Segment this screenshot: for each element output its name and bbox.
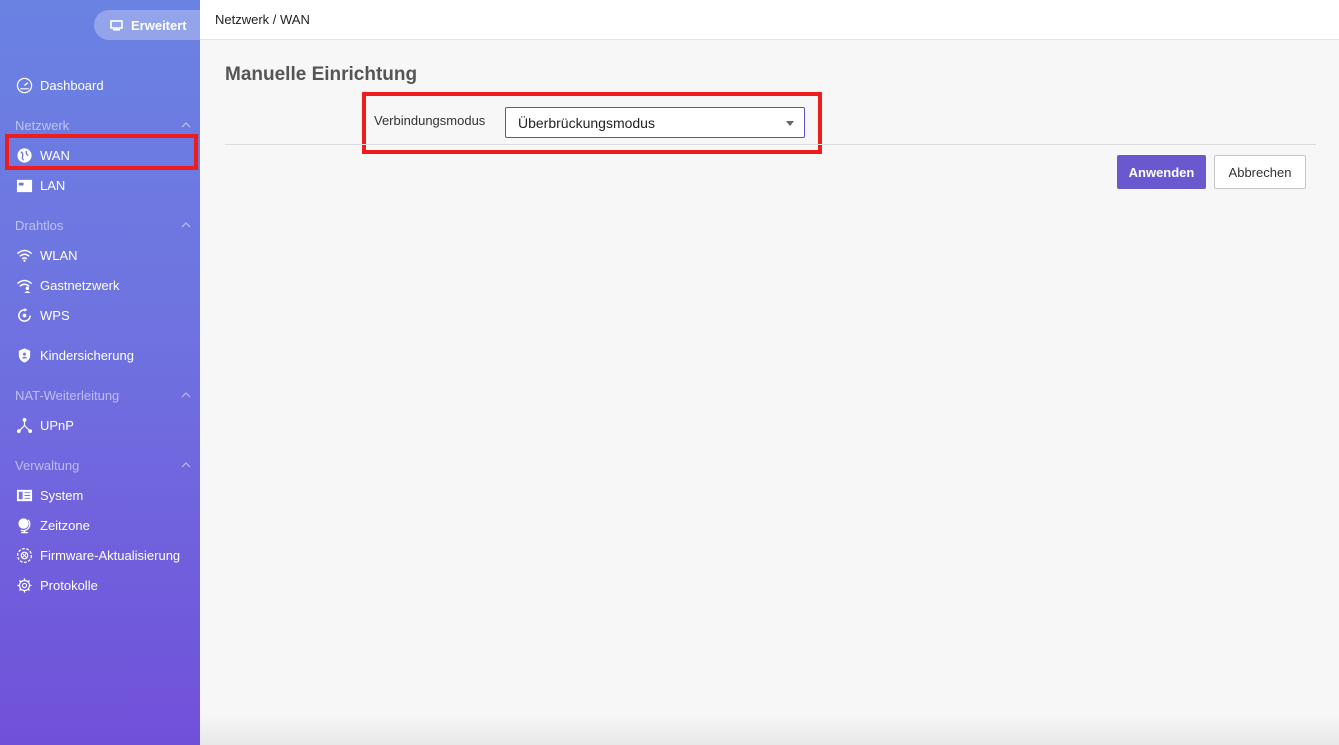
guest-wifi-icon xyxy=(15,276,33,294)
sidebar-item-zeitzone[interactable]: Zeitzone xyxy=(0,510,200,540)
sidebar-item-wan[interactable]: WAN xyxy=(0,140,200,170)
section-label: Verwaltung xyxy=(15,457,80,473)
sidebar-item-label: Gastnetzwerk xyxy=(40,277,120,293)
bottom-shade xyxy=(200,715,1339,745)
system-icon xyxy=(15,486,33,504)
shield-icon xyxy=(15,346,33,364)
advanced-mode-button[interactable]: Erweitert xyxy=(94,10,206,40)
chevron-up-icon xyxy=(181,392,191,398)
sidebar-item-label: LAN xyxy=(40,177,66,193)
cancel-button[interactable]: Abbrechen xyxy=(1214,155,1306,189)
chevron-up-icon xyxy=(181,462,191,468)
sidebar-item-wlan[interactable]: WLAN xyxy=(0,240,200,270)
sidebar-item-wps[interactable]: WPS xyxy=(0,300,200,330)
sidebar-item-label: Zeitzone xyxy=(40,517,90,533)
sidebar-item-system[interactable]: System xyxy=(0,480,200,510)
sidebar-item-dashboard[interactable]: Dashboard xyxy=(0,70,200,100)
advanced-mode-label: Erweitert xyxy=(131,17,187,33)
sidebar-item-firmware[interactable]: Firmware-Aktualisierung xyxy=(0,540,200,570)
sidebar-item-label: WLAN xyxy=(40,247,78,263)
top-bar: Netzwerk / WAN xyxy=(200,0,1339,40)
sidebar-item-label: Firmware-Aktualisierung xyxy=(40,547,181,563)
sidebar-item-protokolle[interactable]: Protokolle xyxy=(0,570,200,600)
chevron-up-icon xyxy=(181,122,191,128)
sidebar-item-lan[interactable]: LAN xyxy=(0,170,200,200)
wifi-icon xyxy=(15,246,33,264)
sidebar-item-label: Kindersicherung xyxy=(40,347,134,363)
firmware-icon xyxy=(15,546,33,564)
sidebar-item-label: System xyxy=(40,487,84,503)
page-title: Manuelle Einrichtung xyxy=(225,64,418,85)
wps-icon xyxy=(15,306,33,324)
section-label: Netzwerk xyxy=(15,117,70,133)
gear-icon xyxy=(15,576,33,594)
sidebar: Erweitert Dashboard Netzwerk WAN LAN Dra… xyxy=(0,0,206,745)
section-label: Drahtlos xyxy=(15,217,64,233)
speedometer-icon xyxy=(15,76,33,94)
section-header-verwaltung[interactable]: Verwaltung xyxy=(0,455,200,475)
connection-mode-label: Verbindungsmodus xyxy=(374,113,486,128)
section-header-drahtlos[interactable]: Drahtlos xyxy=(0,215,200,235)
connection-mode-select[interactable]: Überbrückungsmodus xyxy=(505,107,805,138)
connection-mode-value: Überbrückungsmodus xyxy=(518,114,655,131)
sidebar-item-label: UPnP xyxy=(40,417,74,433)
sidebar-item-gastnetzwerk[interactable]: Gastnetzwerk xyxy=(0,270,200,300)
sidebar-item-kindersicherung[interactable]: Kindersicherung xyxy=(0,340,200,370)
section-header-netzwerk[interactable]: Netzwerk xyxy=(0,115,200,135)
sidebar-item-label: Protokolle xyxy=(40,577,98,593)
monitor-icon xyxy=(110,19,123,31)
divider xyxy=(225,144,1316,145)
section-label: NAT-Weiterleitung xyxy=(15,387,120,403)
apply-button[interactable]: Anwenden xyxy=(1117,155,1206,189)
chevron-up-icon xyxy=(181,222,191,228)
dropdown-caret-icon xyxy=(786,121,794,126)
globe-icon xyxy=(15,146,33,164)
network-nodes-icon xyxy=(15,416,33,434)
lan-icon xyxy=(15,176,33,194)
sidebar-item-label: Dashboard xyxy=(40,77,104,93)
sidebar-item-label: WAN xyxy=(40,147,70,163)
sidebar-item-label: WPS xyxy=(40,307,70,323)
section-header-nat[interactable]: NAT-Weiterleitung xyxy=(0,385,200,405)
breadcrumb: Netzwerk / WAN xyxy=(215,12,310,27)
globe-stand-icon xyxy=(15,516,33,534)
sidebar-item-upnp[interactable]: UPnP xyxy=(0,410,200,440)
